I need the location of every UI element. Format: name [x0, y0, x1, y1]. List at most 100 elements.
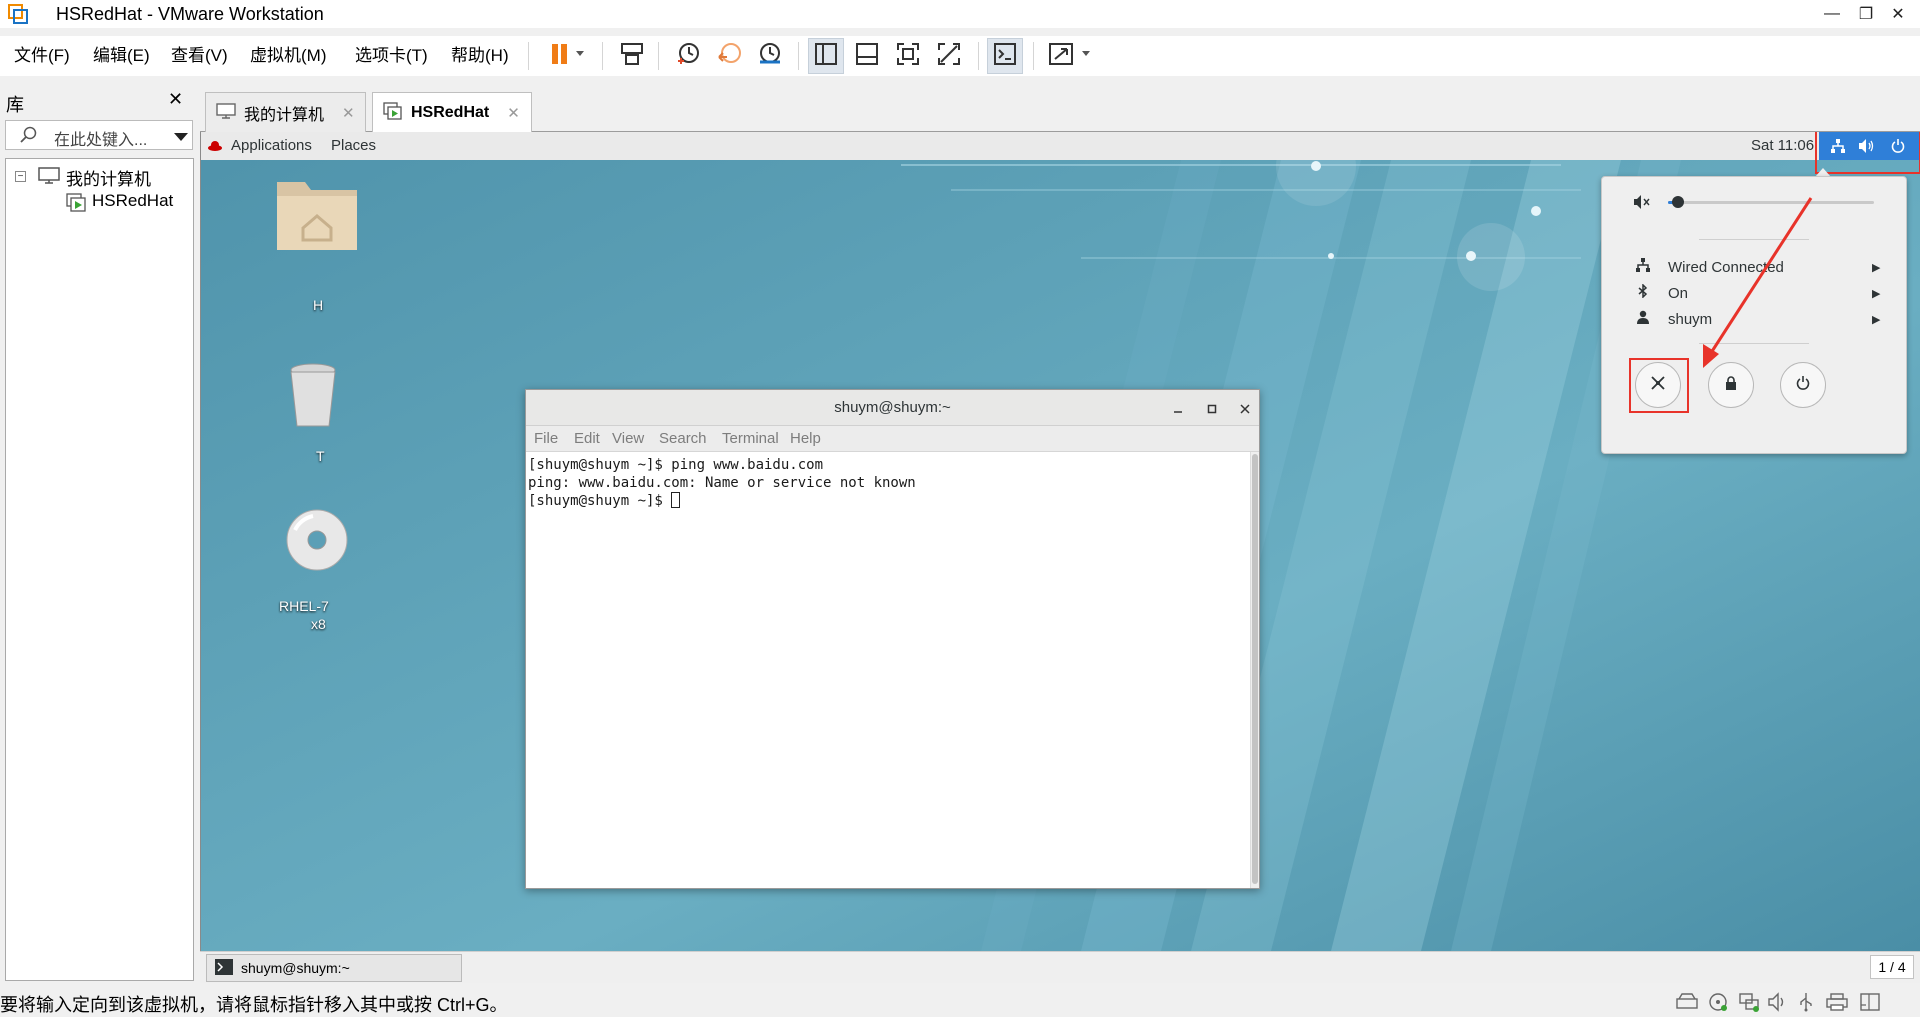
desktop-icon-rhel-dvd[interactable]	[285, 508, 349, 576]
library-view-icon	[814, 42, 838, 70]
collapse-icon[interactable]: −	[15, 171, 26, 182]
taskbar-item-label: shuym@shuym:~	[241, 960, 350, 976]
library-search-box[interactable]: 在此处键入...	[5, 120, 193, 150]
tree-item-hsredhat[interactable]: HSRedHat	[92, 191, 173, 211]
library-view-button[interactable]	[808, 38, 844, 74]
menu-view[interactable]: 查看(V)	[171, 45, 228, 67]
terminal-menu-terminal[interactable]: Terminal	[722, 430, 779, 447]
applications-menu[interactable]: Applications	[231, 137, 312, 154]
clock[interactable]: Sat 11:06	[1751, 137, 1814, 154]
cd-dvd-icon[interactable]	[1708, 992, 1728, 1016]
tab-hsredhat[interactable]: HSRedHat ✕	[372, 92, 532, 133]
usb-icon[interactable]	[1796, 992, 1816, 1016]
close-icon[interactable]	[1240, 401, 1250, 418]
chevron-right-icon: ▶	[1872, 287, 1881, 300]
volume-slider-knob[interactable]	[1672, 196, 1685, 208]
snapshot-button[interactable]	[670, 38, 706, 74]
revert-snapshot-button[interactable]	[712, 38, 748, 74]
thumbnail-view-button[interactable]	[849, 38, 885, 74]
system-menu-popover: Wired Connected ▶ On ▶ shuym ▶	[1601, 176, 1907, 454]
fullscreen-button[interactable]	[890, 38, 926, 74]
scrollbar-thumb[interactable]	[1252, 454, 1258, 884]
snapshot-icon	[675, 41, 701, 71]
terminal-cursor	[671, 492, 681, 508]
desktop-icon-label: T	[316, 448, 325, 464]
snapshot-manager-button[interactable]	[752, 38, 788, 74]
menu-item-user[interactable]: shuym ▶	[1602, 304, 1908, 334]
taskbar-item-terminal[interactable]: shuym@shuym:~	[206, 954, 462, 982]
menu-item-label: Wired Connected	[1668, 258, 1784, 276]
desktop-icon-label: RHEL-7	[279, 598, 329, 614]
tab-label: HSRedHat	[411, 104, 490, 121]
stretch-button[interactable]	[1042, 38, 1098, 74]
message-log-icon[interactable]	[1860, 993, 1880, 1015]
power-off-button[interactable]	[1780, 362, 1826, 408]
send-ctrl-alt-del-button[interactable]	[614, 38, 650, 74]
terminal-line: [shuym@shuym ~]$	[528, 493, 672, 509]
menu-help[interactable]: 帮助(H)	[451, 45, 509, 67]
stretch-icon	[1046, 42, 1094, 70]
terminal-line: ping: www.baidu.com: Name or service not…	[528, 475, 916, 491]
printer-icon[interactable]	[1826, 993, 1848, 1015]
status-message: 要将输入定向到该虚拟机，请将鼠标指针移入其中或按 Ctrl+G。	[0, 995, 508, 1015]
lock-button[interactable]	[1708, 362, 1754, 408]
minimize-icon[interactable]	[1173, 401, 1183, 418]
pause-icon	[542, 42, 586, 70]
thumbnail-view-icon	[855, 42, 879, 70]
menu-file[interactable]: 文件(F)	[14, 45, 70, 67]
folder-icon	[277, 182, 357, 250]
tree-item-my-computer[interactable]: 我的计算机	[66, 165, 151, 190]
terminal-output[interactable]: [shuym@shuym ~]$ ping www.baidu.com ping:…	[526, 452, 1250, 888]
library-search-placeholder: 在此处键入...	[54, 132, 148, 149]
terminal-menu-view[interactable]: View	[612, 430, 644, 447]
console-view-button[interactable]	[987, 38, 1023, 74]
desktop-icon-home[interactable]	[273, 170, 361, 258]
network-adapter-icon[interactable]	[1738, 992, 1760, 1016]
vm-running-icon	[66, 193, 88, 217]
terminal-menu-edit[interactable]: Edit	[574, 430, 600, 447]
desktop-icon-label: x8	[311, 616, 326, 632]
maximize-icon[interactable]	[1207, 401, 1217, 418]
terminal-icon	[215, 958, 233, 978]
terminal-menu-help[interactable]: Help	[790, 430, 821, 447]
menu-tabs[interactable]: 选项卡(T)	[355, 45, 428, 67]
user-icon	[1634, 310, 1652, 328]
close-button[interactable]: ✕	[1876, 0, 1920, 28]
sound-card-icon[interactable]	[1768, 992, 1788, 1016]
terminal-line: [shuym@shuym ~]$ ping www.baidu.com	[528, 457, 824, 473]
vm-running-icon	[383, 102, 403, 124]
trash-icon	[290, 363, 336, 427]
terminal-menu-file[interactable]: File	[534, 430, 558, 447]
toolbar-separator	[602, 42, 603, 70]
chevron-down-icon[interactable]	[174, 130, 188, 147]
workspace-indicator[interactable]: 1 / 4	[1870, 955, 1914, 979]
unity-icon	[937, 42, 961, 70]
hard-disk-icon[interactable]	[1676, 993, 1698, 1015]
vm-display[interactable]: Applications Places Sat 11:06 H T RHEL-7…	[200, 132, 1920, 951]
annotation-box-settings	[1629, 358, 1689, 413]
places-menu[interactable]: Places	[331, 137, 376, 154]
library-header: 库 ✕	[0, 86, 194, 116]
tab-my-computer[interactable]: 我的计算机 ✕	[205, 92, 366, 132]
library-title: 库	[6, 95, 24, 115]
menu-vm[interactable]: 虚拟机(M)	[250, 45, 326, 67]
pause-button[interactable]	[536, 38, 592, 74]
terminal-scrollbar[interactable]	[1250, 452, 1259, 888]
toolbar-separator	[978, 42, 979, 70]
tab-close-button[interactable]: ✕	[342, 104, 355, 122]
redhat-icon	[208, 139, 222, 156]
desktop-icon-trash[interactable]	[283, 362, 343, 436]
power-icon	[1796, 376, 1810, 394]
gnome-top-bar: Applications Places Sat 11:06	[201, 132, 1920, 160]
library-close-button[interactable]: ✕	[168, 89, 183, 110]
terminal-menu-search[interactable]: Search	[659, 430, 707, 447]
desktop-icon-label: H	[313, 297, 324, 313]
terminal-titlebar[interactable]: shuym@shuym:~	[526, 390, 1259, 426]
volume-slider[interactable]	[1668, 196, 1874, 208]
bluetooth-icon	[1634, 283, 1652, 302]
unity-button[interactable]	[931, 38, 967, 74]
tab-close-button[interactable]: ✕	[507, 104, 520, 122]
snapshot-manager-icon	[757, 41, 783, 71]
menu-edit[interactable]: 编辑(E)	[93, 45, 150, 67]
terminal-window[interactable]: shuym@shuym:~ File Edit View Search Term…	[525, 389, 1260, 889]
